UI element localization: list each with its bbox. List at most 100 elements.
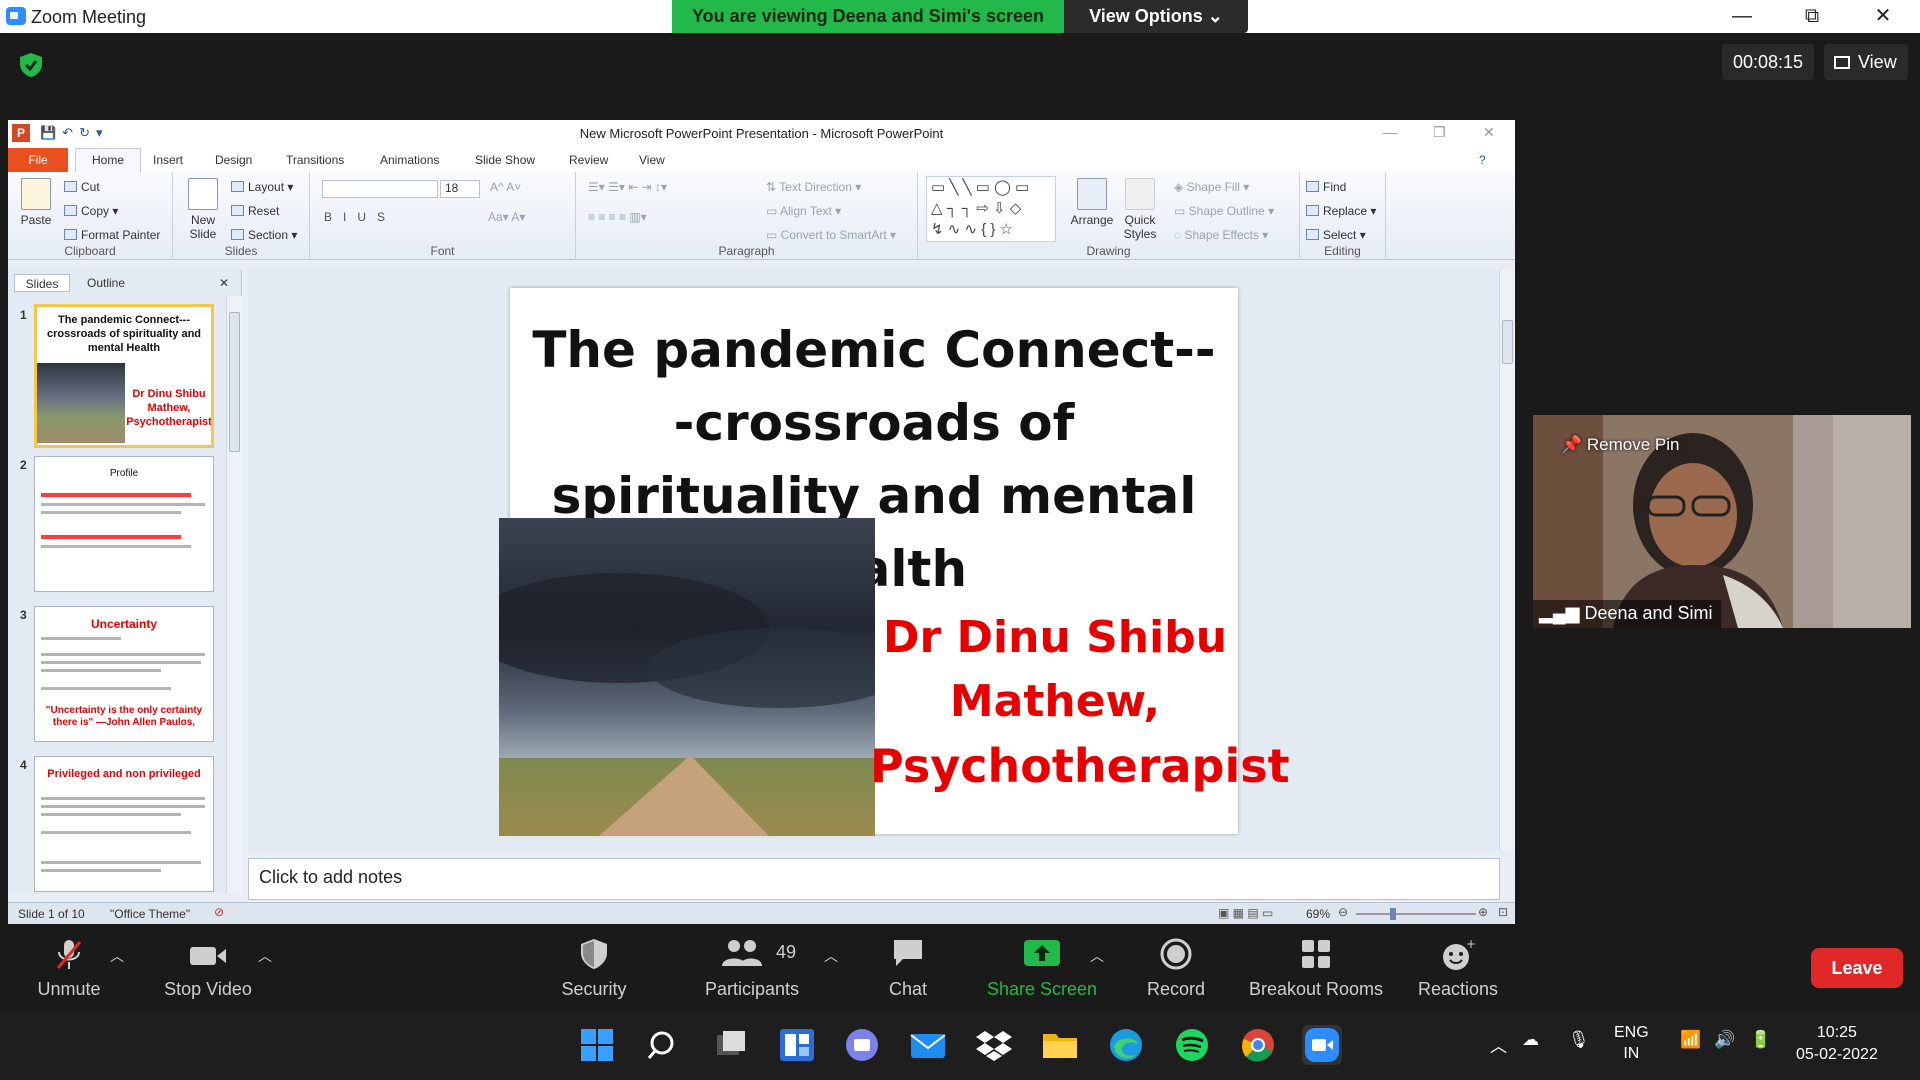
spelling-icon[interactable]: ⊘ bbox=[214, 905, 224, 919]
security-button[interactable]: Security bbox=[548, 924, 640, 1010]
align-text-button[interactable]: ▭ Align Text ▾ bbox=[766, 204, 841, 218]
convert-smartart-button[interactable]: ▭ Convert to SmartArt ▾ bbox=[766, 228, 896, 242]
task-view-icon[interactable] bbox=[711, 1025, 751, 1065]
close-button[interactable]: ✕ bbox=[1853, 0, 1913, 33]
zoom-slider-handle[interactable] bbox=[1390, 908, 1396, 920]
video-options-caret-icon[interactable]: ︿ bbox=[258, 946, 272, 966]
grow-font-icon[interactable]: A^ A˅ bbox=[490, 180, 521, 194]
text-direction-button[interactable]: ⇅ Text Direction ▾ bbox=[766, 180, 861, 194]
stop-video-button[interactable]: Stop Video bbox=[158, 924, 258, 1010]
view-options-button[interactable]: View Options ⌄ bbox=[1064, 0, 1248, 33]
ppt-close-icon[interactable]: ✕ bbox=[1483, 124, 1495, 141]
reset-button[interactable]: Reset bbox=[231, 204, 279, 218]
tab-insert[interactable]: Insert bbox=[153, 153, 183, 167]
fit-slide-icon[interactable]: ⊡ bbox=[1498, 905, 1508, 919]
reactions-button[interactable]: + Reactions bbox=[1410, 924, 1506, 1010]
tab-review[interactable]: Review bbox=[569, 153, 608, 167]
file-explorer-icon[interactable] bbox=[1040, 1025, 1080, 1065]
teams-chat-icon[interactable] bbox=[842, 1025, 882, 1065]
onedrive-cloud-icon[interactable]: ☁ bbox=[1522, 1030, 1539, 1050]
zoom-taskbar-icon[interactable] bbox=[1302, 1025, 1342, 1065]
font-size-box[interactable]: 18 bbox=[440, 180, 480, 198]
tab-outline[interactable]: Outline bbox=[74, 274, 138, 292]
find-button[interactable]: Find bbox=[1306, 180, 1346, 194]
shapes-gallery[interactable]: ▭ ╲ ╲ ▭ ◯ ▭ △ ┐ ┐ ⇨ ⇩ ◇ ↯ ∿ ∿ { } ☆ bbox=[926, 176, 1056, 242]
mail-icon[interactable] bbox=[908, 1025, 948, 1065]
dropbox-icon[interactable] bbox=[974, 1025, 1014, 1065]
tab-animations[interactable]: Animations bbox=[380, 153, 439, 167]
audio-options-caret-icon[interactable]: ︿ bbox=[110, 946, 124, 966]
maximize-button[interactable]: ⧉ bbox=[1782, 0, 1842, 33]
panel-close-icon[interactable]: ✕ bbox=[216, 274, 232, 292]
tab-file[interactable]: File bbox=[8, 148, 68, 172]
replace-button[interactable]: Replace ▾ bbox=[1306, 204, 1376, 218]
notes-pane[interactable]: Click to add notes bbox=[248, 858, 1500, 900]
current-slide[interactable]: The pandemic Connect---crossroads of spi… bbox=[499, 288, 1290, 836]
font-family-box[interactable] bbox=[322, 180, 438, 198]
tray-overflow-chevron-icon[interactable]: ︿ bbox=[1490, 1032, 1507, 1057]
copy-button[interactable]: Copy ▾ bbox=[64, 204, 118, 218]
ppt-restore-icon[interactable]: ❐ bbox=[1433, 124, 1446, 141]
spotify-icon[interactable] bbox=[1172, 1025, 1212, 1065]
scroll-thumb[interactable] bbox=[1502, 320, 1513, 364]
slide-thumbnail-4[interactable]: Privileged and non privileged bbox=[34, 756, 214, 892]
shield-icon[interactable] bbox=[18, 52, 44, 78]
tab-view[interactable]: View bbox=[639, 153, 665, 167]
arrange-button[interactable]: Arrange bbox=[1070, 178, 1114, 227]
format-painter-button[interactable]: Format Painter bbox=[64, 228, 160, 242]
thumbnail-scrollbar[interactable] bbox=[226, 296, 242, 894]
new-slide-button[interactable]: New Slide bbox=[181, 178, 225, 241]
zoom-out-icon[interactable]: ⊖ bbox=[1338, 905, 1348, 919]
align-icons[interactable]: ≡ ≡ ≡ ≡ ▥▾ bbox=[588, 210, 647, 224]
bullets-icon[interactable]: ☰▾ ☰▾ ⇤ ⇥ ↕▾ bbox=[588, 180, 667, 194]
participants-caret-icon[interactable]: ︿ bbox=[824, 946, 838, 966]
language-indicator[interactable]: ENG IN bbox=[1614, 1022, 1649, 1064]
widgets-icon[interactable] bbox=[777, 1025, 817, 1065]
tab-slides[interactable]: Slides bbox=[14, 274, 70, 292]
select-button[interactable]: Select ▾ bbox=[1306, 228, 1366, 242]
participant-video-tile[interactable]: 📌 Remove Pin ▂▄▆ Deena and Simi bbox=[1533, 415, 1911, 628]
unmute-button[interactable]: Unmute bbox=[22, 924, 116, 1010]
layout-button[interactable]: Layout ▾ bbox=[231, 180, 293, 194]
tab-transitions[interactable]: Transitions bbox=[286, 153, 344, 167]
shape-fill-button[interactable]: ◈ Shape Fill ▾ bbox=[1174, 180, 1249, 194]
paste-button[interactable]: Paste bbox=[14, 178, 58, 227]
windows-start-icon[interactable] bbox=[577, 1025, 617, 1065]
battery-icon[interactable]: 🔋 bbox=[1750, 1030, 1771, 1050]
leave-button[interactable]: Leave bbox=[1811, 948, 1903, 988]
clock[interactable]: 10:25 05-02-2022 bbox=[1796, 1022, 1878, 1066]
section-button[interactable]: Section ▾ bbox=[231, 228, 297, 242]
shape-effects-button[interactable]: ◌ Shape Effects ▾ bbox=[1174, 228, 1268, 242]
slide-thumbnail-2[interactable]: Profile bbox=[34, 456, 214, 592]
record-button[interactable]: Record bbox=[1136, 924, 1216, 1010]
microphone-tray-icon[interactable]: 🎙 bbox=[1568, 1030, 1590, 1050]
edge-browser-icon[interactable] bbox=[1106, 1025, 1146, 1065]
share-screen-button[interactable]: Share Screen bbox=[980, 924, 1104, 1010]
tab-design[interactable]: Design bbox=[215, 153, 252, 167]
slide-thumbnail-1[interactable]: The pandemic Connect--- crossroads of sp… bbox=[34, 304, 214, 448]
minimize-button[interactable]: — bbox=[1712, 0, 1772, 33]
quick-styles-button[interactable]: Quick Styles bbox=[1118, 178, 1162, 241]
wifi-icon[interactable]: 📶 bbox=[1680, 1030, 1701, 1050]
slide-thumbnail-3[interactable]: Uncertainty "Uncertainty is the only cer… bbox=[34, 606, 214, 742]
participants-button[interactable]: 49 Participants bbox=[700, 924, 804, 1010]
shape-outline-button[interactable]: ▭ Shape Outline ▾ bbox=[1174, 204, 1274, 218]
zoom-in-icon[interactable]: ⊕ bbox=[1478, 905, 1488, 919]
help-icon[interactable]: ? bbox=[1479, 153, 1486, 167]
chat-button[interactable]: Chat bbox=[870, 924, 946, 1010]
volume-icon[interactable]: 🔊 bbox=[1714, 1030, 1735, 1050]
slide-scrollbar[interactable] bbox=[1499, 270, 1515, 850]
font-color-icon[interactable]: Aa▾ A▾ bbox=[488, 210, 525, 224]
tab-slide-show[interactable]: Slide Show bbox=[475, 153, 535, 167]
chrome-icon[interactable] bbox=[1238, 1025, 1278, 1065]
tab-home[interactable]: Home bbox=[75, 148, 141, 172]
view-button[interactable]: View bbox=[1824, 44, 1908, 80]
scroll-thumb[interactable] bbox=[229, 312, 240, 452]
breakout-rooms-button[interactable]: Breakout Rooms bbox=[1240, 924, 1392, 1010]
view-mode-icons[interactable]: ▣ ▦ ▤ ▭ bbox=[1218, 906, 1273, 920]
search-icon[interactable] bbox=[644, 1025, 684, 1065]
font-format-icons[interactable]: BIUS bbox=[324, 210, 396, 224]
zoom-slider[interactable] bbox=[1356, 913, 1476, 915]
share-options-caret-icon[interactable]: ︿ bbox=[1090, 946, 1104, 966]
cut-button[interactable]: Cut bbox=[64, 180, 100, 194]
